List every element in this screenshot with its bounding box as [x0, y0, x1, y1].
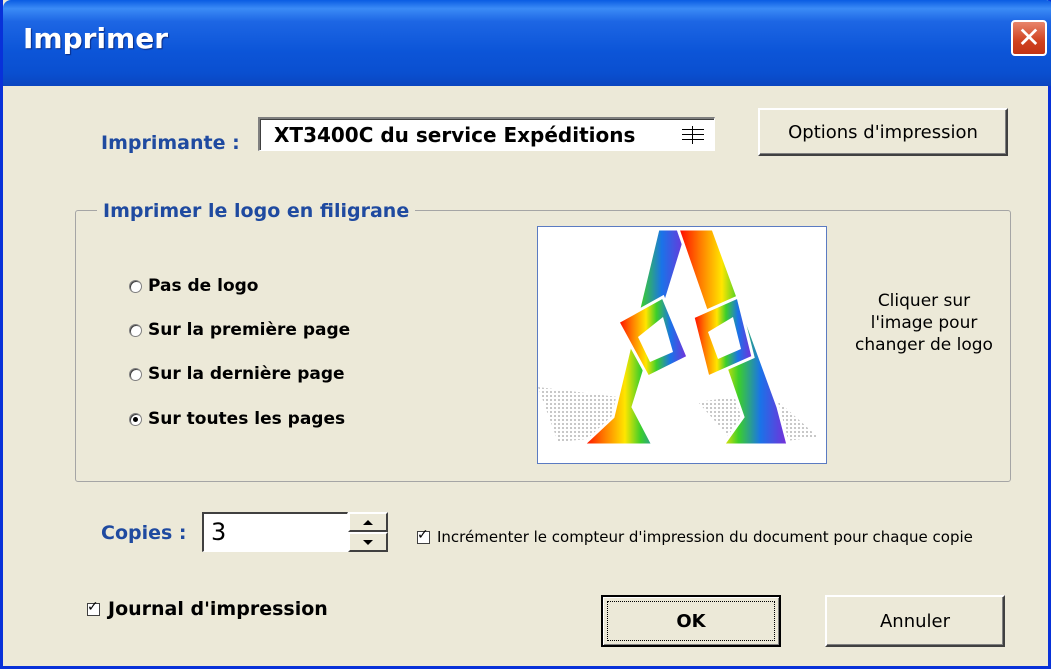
copies-value: 3: [211, 518, 227, 546]
radio-button[interactable]: [129, 367, 142, 381]
close-button[interactable]: ✕: [1011, 20, 1047, 56]
logo-a-icon: [538, 227, 818, 447]
logo-group-title: Imprimer le logo en filigrane: [97, 200, 416, 222]
radio-selected-dot: [133, 416, 138, 422]
change-logo-hint: Cliquer sur l'image pour changer de logo: [855, 291, 993, 355]
radio-button[interactable]: [129, 279, 142, 293]
close-icon: ✕: [1017, 21, 1041, 54]
copies-label: Copies :: [101, 522, 187, 544]
radio-button[interactable]: [129, 323, 142, 337]
title-bar[interactable]: Imprimer ✕: [3, 0, 1051, 86]
journal-label: Journal d'impression: [108, 598, 328, 620]
copies-input[interactable]: 3: [202, 512, 348, 552]
cancel-button[interactable]: Annuler: [825, 595, 1005, 647]
increment-counter-option[interactable]: ✓ Incrémenter le compteur d'impression d…: [417, 527, 973, 546]
check-icon: ✓: [87, 598, 99, 615]
journal-checkbox[interactable]: ✓: [87, 599, 100, 616]
chevron-down-icon: [363, 539, 373, 545]
logo-image[interactable]: [537, 226, 827, 464]
window-title: Imprimer: [23, 22, 169, 55]
chevron-up-icon: [363, 519, 373, 525]
print-options-button[interactable]: Options d'impression: [758, 108, 1008, 156]
radio-label: Sur toutes les pages: [148, 409, 346, 429]
copies-stepper[interactable]: [348, 512, 388, 552]
radio-no-logo[interactable]: Pas de logo: [129, 276, 258, 296]
increment-checkbox[interactable]: ✓: [417, 527, 430, 544]
radio-button[interactable]: [129, 412, 142, 426]
copies-down-button[interactable]: [348, 532, 388, 552]
radio-label: Pas de logo: [148, 276, 259, 296]
radio-last-page[interactable]: Sur la dernière page: [129, 364, 345, 384]
increment-label: Incrémenter le compteur d'impression du …: [437, 528, 973, 546]
print-dialog: Imprimer ✕ Imprimante : XT3400C du servi…: [0, 0, 1051, 669]
ok-button-label: OK: [607, 601, 775, 641]
spin-icon[interactable]: [682, 124, 704, 146]
radio-label: Sur la première page: [148, 320, 351, 340]
journal-option[interactable]: ✓ Journal d'impression: [87, 598, 328, 620]
printer-select[interactable]: XT3400C du service Expéditions: [258, 117, 715, 151]
check-icon: ✓: [417, 526, 429, 543]
ok-button[interactable]: OK: [601, 595, 781, 647]
radio-label: Sur la dernière page: [148, 364, 345, 384]
radio-all-pages[interactable]: Sur toutes les pages: [129, 409, 345, 429]
radio-first-page[interactable]: Sur la première page: [129, 320, 350, 340]
printer-selected-value: XT3400C du service Expéditions: [274, 123, 636, 147]
printer-label: Imprimante :: [101, 132, 240, 154]
copies-up-button[interactable]: [348, 512, 388, 532]
